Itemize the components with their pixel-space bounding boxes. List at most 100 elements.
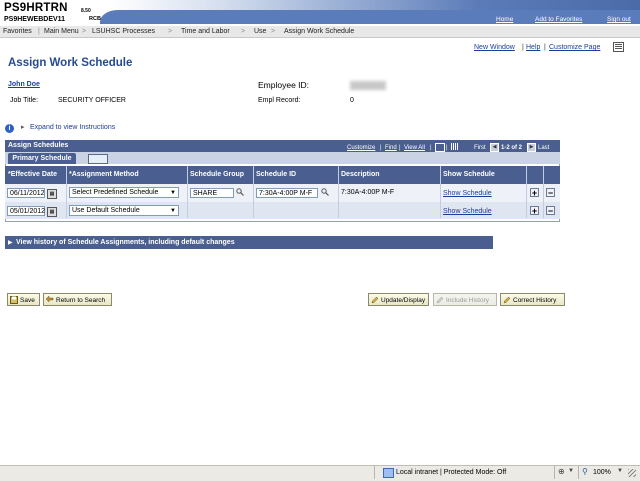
empl-record-value: 0 <box>350 97 354 104</box>
grid-nav-separator: | <box>446 145 448 151</box>
breadcrumb-favorites[interactable]: Favorites <box>3 28 32 35</box>
calendar-icon[interactable]: ▦ <box>47 207 57 217</box>
breadcrumb-separator: > <box>82 28 87 35</box>
show-schedule-link[interactable]: Show Schedule <box>443 208 492 215</box>
grid-customize-link[interactable]: Customize <box>347 145 375 151</box>
customize-page-link[interactable]: Customize Page <box>549 44 600 51</box>
employee-id-redacted <box>350 81 386 90</box>
calendar-icon[interactable]: ▦ <box>47 189 57 199</box>
save-icon <box>10 296 18 304</box>
browser-status-bar <box>0 465 640 481</box>
breadcrumb-lsuhsc-processes[interactable]: LSUHSC Processes <box>92 28 155 35</box>
grid-view-all-link[interactable]: View All <box>404 145 425 151</box>
description-value: 7:30A-4:00P M-F <box>341 189 395 196</box>
include-history-icon <box>436 296 444 304</box>
correct-history-label: Correct History <box>513 297 557 304</box>
col-description: Description <box>341 171 380 178</box>
sign-out-link[interactable]: Sign out <box>607 16 631 23</box>
column-divider <box>253 166 254 218</box>
grid-nav-separator: | <box>380 145 382 151</box>
status-divider <box>578 466 579 479</box>
expand-triangle-icon[interactable]: ▶ <box>8 239 13 246</box>
zoom-level[interactable]: 100% <box>593 469 611 476</box>
chevron-down-icon[interactable]: ▼ <box>617 468 623 474</box>
empl-record-label: Empl Record: <box>258 97 301 104</box>
update-display-button[interactable]: Update/Display <box>368 293 429 306</box>
intranet-globe-icon <box>383 468 394 478</box>
column-divider <box>66 166 67 218</box>
chevron-down-icon: ▼ <box>170 208 176 214</box>
col-show-schedule: Show Schedule <box>443 171 495 178</box>
return-to-search-button[interactable]: Return to Search <box>43 293 112 306</box>
save-button-label: Save <box>20 297 35 304</box>
schedule-group-input[interactable]: SHARE <box>190 188 234 198</box>
next-arrow-icon[interactable]: ▶ <box>527 143 536 152</box>
effective-date-input[interactable]: 06/11/2012 <box>7 188 45 198</box>
grid-nav-separator: | <box>430 145 432 151</box>
chevron-down-icon[interactable]: ▼ <box>568 468 574 474</box>
grid-last-link[interactable]: Last <box>538 145 549 151</box>
search-icon[interactable] <box>236 188 244 196</box>
breadcrumb-separator: > <box>271 28 276 35</box>
include-history-button: Include History <box>433 293 497 306</box>
breadcrumb-separator: | <box>38 28 40 35</box>
breadcrumb-main-menu[interactable]: Main Menu <box>44 28 79 35</box>
protected-mode-icon[interactable]: ⊕ <box>558 467 565 476</box>
expand-triangle-icon[interactable]: ▸ <box>21 123 25 131</box>
save-button[interactable]: Save <box>7 293 40 306</box>
breadcrumb-time-and-labor[interactable]: Time and Labor <box>181 28 230 35</box>
system-title: PS9HRTRN <box>4 2 68 14</box>
correct-history-button[interactable]: Correct History <box>500 293 565 306</box>
page-link-separator: | <box>544 44 546 51</box>
column-divider <box>338 166 339 218</box>
zoom-icon[interactable]: ⚲ <box>582 467 588 476</box>
home-link[interactable]: Home <box>496 16 513 23</box>
col-effective-date: *Effective Date <box>8 171 58 178</box>
assignment-method-value: Use Default Schedule <box>72 207 140 214</box>
show-all-columns-icon[interactable] <box>88 154 108 164</box>
grid-find-link[interactable]: Find <box>385 145 397 151</box>
job-title-value: SECURITY OFFICER <box>58 97 126 104</box>
effective-date-input[interactable]: 05/01/2012 <box>7 206 45 216</box>
add-to-favorites-link[interactable]: Add to Favorites <box>535 16 582 23</box>
schedule-id-input[interactable]: 7:30A-4:00P M-F <box>256 188 318 198</box>
new-window-link[interactable]: New Window <box>474 44 515 51</box>
security-zone-text[interactable]: Local intranet | Protected Mode: Off <box>396 469 506 476</box>
show-schedule-link[interactable]: Show Schedule <box>443 190 492 197</box>
delete-row-button[interactable]: − <box>546 206 555 216</box>
column-divider <box>440 166 441 218</box>
assignment-method-select[interactable]: Select Predefined Schedule ▼ <box>69 187 179 198</box>
assignment-method-select[interactable]: Use Default Schedule ▼ <box>69 205 179 216</box>
add-row-button[interactable]: + <box>530 206 539 216</box>
spreadsheet-icon[interactable] <box>451 143 458 150</box>
column-divider <box>526 166 527 218</box>
help-link[interactable]: Help <box>526 44 540 51</box>
grid-view-icon[interactable] <box>613 42 624 52</box>
search-icon[interactable] <box>321 188 329 196</box>
delete-row-button[interactable]: − <box>546 188 555 198</box>
page-title: Assign Work Schedule <box>8 57 133 69</box>
status-divider <box>554 466 555 479</box>
download-icon[interactable] <box>435 143 445 152</box>
breadcrumb-use[interactable]: Use <box>254 28 266 35</box>
update-pencil-icon <box>371 296 379 304</box>
add-row-button[interactable]: + <box>530 188 539 198</box>
grid-first-link[interactable]: First <box>474 145 486 151</box>
job-title-label: Job Title: <box>10 97 39 104</box>
assignment-method-value: Select Predefined Schedule <box>72 189 159 196</box>
col-schedule-group: Schedule Group <box>190 171 245 178</box>
column-divider <box>543 166 544 218</box>
include-history-label: Include History <box>446 297 489 304</box>
expand-instructions-link[interactable]: Expand to view Instructions <box>30 124 115 131</box>
breadcrumb-assign-work-schedule: Assign Work Schedule <box>284 28 355 35</box>
employee-name-link[interactable]: John Doe <box>8 81 40 88</box>
return-arrow-icon <box>46 296 54 303</box>
system-version: 8.50 <box>81 8 91 14</box>
tab-primary-schedule[interactable]: Primary Schedule <box>8 153 76 164</box>
grid-title: Assign Schedules <box>8 142 69 149</box>
resize-grip-icon[interactable] <box>628 469 636 477</box>
employee-id-label: Employee ID: <box>258 80 310 90</box>
database-name: PS9HEWEBDEV11 <box>4 16 66 23</box>
previous-arrow-icon[interactable]: ◀ <box>490 143 499 152</box>
correct-history-icon <box>503 296 511 304</box>
